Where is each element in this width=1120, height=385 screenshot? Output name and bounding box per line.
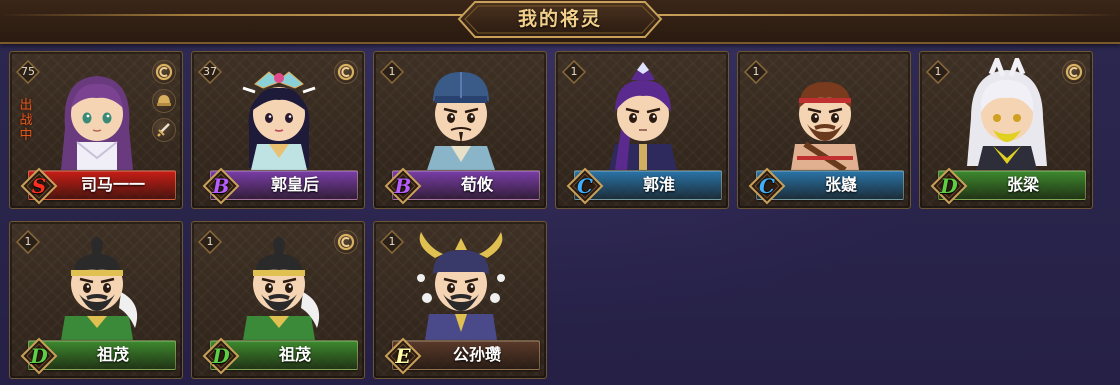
grade-letter: C	[759, 174, 775, 198]
coin-icon[interactable]	[334, 230, 358, 254]
level-badge: 1	[380, 230, 404, 254]
level-badge: 1	[926, 60, 950, 84]
level-value: 1	[388, 235, 396, 248]
spirit-card[interactable]: 1 荀攸 B	[373, 51, 547, 209]
level-value: 1	[388, 65, 396, 78]
spirit-card[interactable]: 1 张嶷 C	[737, 51, 911, 209]
spirit-card[interactable]: 1 郭淮 C	[555, 51, 729, 209]
helmet-icon[interactable]	[152, 89, 176, 113]
level-badge: 75	[16, 60, 40, 84]
status-icons	[334, 230, 358, 259]
grade-letter: B	[212, 174, 230, 198]
level-value: 1	[206, 235, 214, 248]
header-bar: 我的将灵	[0, 0, 1120, 44]
spirit-name: 公孙瓒	[452, 345, 501, 364]
spirit-name: 张梁	[1006, 175, 1039, 194]
grade-badge: C	[566, 167, 604, 205]
header-ornament-left	[0, 14, 470, 16]
spirit-name: 祖茂	[278, 345, 311, 364]
spirit-portrait	[411, 228, 511, 340]
spirit-portrait	[593, 58, 693, 170]
level-badge: 1	[562, 60, 586, 84]
spirit-card[interactable]: 1 张梁 D	[919, 51, 1093, 209]
spirit-card[interactable]: 75 司马一一 S 出战中	[9, 51, 183, 209]
level-value: 75	[21, 65, 35, 78]
spirit-name: 张嶷	[824, 175, 857, 194]
level-value: 37	[203, 65, 217, 78]
spirit-portrait	[229, 58, 329, 170]
grade-badge: B	[384, 167, 422, 205]
spirit-portrait	[229, 228, 329, 340]
grade-badge: D	[202, 337, 240, 375]
status-icons	[152, 60, 176, 147]
spirit-grid: 75 司马一一 S 出战中 37 郭皇后 B 1 荀攸 B 1 郭淮 C 1 张…	[9, 51, 1109, 379]
spirit-portrait	[47, 58, 147, 170]
grade-badge: D	[20, 337, 58, 375]
spirit-name: 司马一一	[80, 175, 145, 194]
grade-letter: B	[394, 174, 412, 198]
grade-badge: D	[930, 167, 968, 205]
level-badge: 1	[744, 60, 768, 84]
sword-icon[interactable]	[152, 118, 176, 142]
level-value: 1	[24, 235, 32, 248]
spirit-name: 祖茂	[96, 345, 129, 364]
grade-badge: E	[384, 337, 422, 375]
page-title: 我的将灵	[517, 8, 602, 30]
grade-letter: D	[940, 174, 958, 198]
grade-letter: E	[395, 344, 411, 368]
header-ornament-right	[650, 14, 1120, 16]
spirit-card[interactable]: 1 公孙瓒 E	[373, 221, 547, 379]
grade-letter: D	[30, 344, 48, 368]
coin-icon[interactable]	[152, 60, 176, 84]
spirit-card[interactable]: 37 郭皇后 B	[191, 51, 365, 209]
spirit-portrait	[411, 58, 511, 170]
grade-badge: S	[20, 167, 58, 205]
spirit-card[interactable]: 1 祖茂 D	[9, 221, 183, 379]
collection-screen: 我的将灵 75 司马一一 S 出 战 中 37 郭皇后 B 1 荀攸 B 1 郭…	[0, 0, 1120, 385]
coin-icon[interactable]	[334, 60, 358, 84]
spirit-name: 郭淮	[642, 175, 675, 194]
grade-badge: C	[748, 167, 786, 205]
level-badge: 37	[198, 60, 222, 84]
status-icons	[1062, 60, 1086, 89]
level-badge: 1	[16, 230, 40, 254]
level-value: 1	[934, 65, 942, 78]
spirit-name: 荀攸	[460, 175, 493, 194]
grade-letter: S	[31, 174, 47, 198]
spirit-card[interactable]: 1 祖茂 D	[191, 221, 365, 379]
level-badge: 1	[380, 60, 404, 84]
status-icons	[334, 60, 358, 89]
spirit-portrait	[957, 53, 1057, 170]
grade-letter: D	[212, 344, 230, 368]
level-value: 1	[570, 65, 578, 78]
spirit-portrait	[775, 58, 875, 173]
deployed-label: 出战中	[19, 98, 33, 143]
grade-letter: C	[577, 174, 593, 198]
level-badge: 1	[198, 230, 222, 254]
coin-icon[interactable]	[1062, 60, 1086, 84]
spirit-portrait	[47, 228, 147, 340]
level-value: 1	[752, 65, 760, 78]
spirit-name: 郭皇后	[270, 175, 319, 194]
grade-badge: B	[202, 167, 240, 205]
title-plate: 我的将灵	[455, 0, 665, 40]
